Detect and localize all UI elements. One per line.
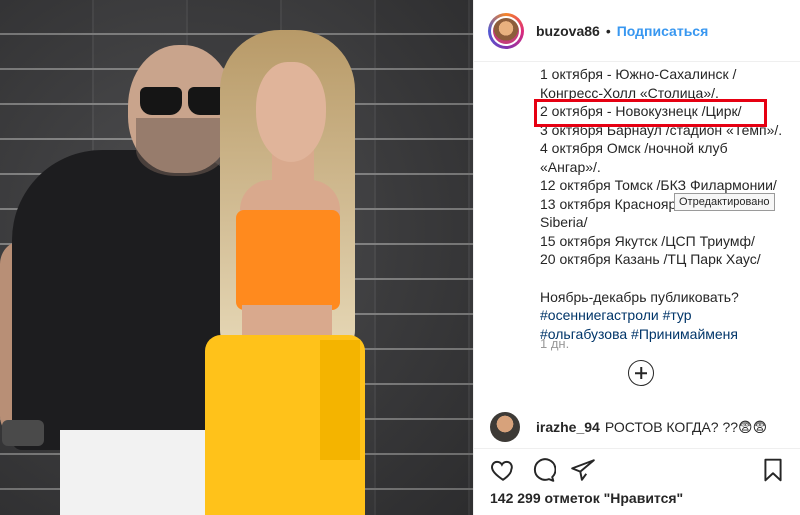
comment-button[interactable] (530, 457, 557, 483)
hashtag-line: #ольгабузова #Принимайменя (540, 325, 795, 344)
caption-line: 15 октября Якутск /ЦСП Триумф/ (540, 232, 755, 249)
follow-button[interactable]: Подписаться (617, 23, 709, 39)
load-more-comments-button[interactable] (628, 360, 654, 386)
hashtag-link[interactable]: #тур (663, 307, 692, 323)
post-details-panel: buzova86 • Подписаться 1 октября - Южно-… (473, 0, 800, 515)
commenter-username[interactable]: irazhe_94 (536, 419, 600, 435)
post-actions-bar (474, 448, 800, 488)
avatar-image (493, 17, 519, 44)
comment-icon (533, 458, 557, 482)
profile-avatar[interactable] (488, 12, 524, 49)
post-header: buzova86 • Подписаться (474, 0, 800, 62)
avatar-ring (491, 15, 521, 46)
commenter-avatar[interactable] (490, 412, 520, 442)
caption-line: Siberia/ (540, 214, 588, 230)
comment-item: irazhe_94 РОСТОВ КОГДА? ??😨😨 (490, 412, 790, 442)
like-button[interactable] (490, 457, 516, 483)
post-photo[interactable] (0, 0, 473, 515)
photo-woman-face (256, 62, 326, 162)
username-link[interactable]: buzova86 (536, 23, 600, 39)
photo-man-beard (136, 118, 226, 176)
edited-tooltip: Отредактировано (674, 193, 775, 211)
photo-orange-top (236, 210, 340, 310)
photo-sunglasses-left (140, 87, 182, 115)
share-icon (571, 459, 595, 481)
hashtag-link[interactable]: #Принимайменя (631, 326, 738, 342)
caption-line: 1 октября - Южно-Сахалинск / (540, 66, 737, 82)
heart-icon (491, 460, 513, 481)
photo-watch (2, 420, 44, 446)
photo-yellow-pants-shade (320, 340, 360, 460)
hashtag-line: #осенниегастроли #тур (540, 306, 795, 325)
caption-line-highlighted: 2 октября - Новокузнецк /Цирк/ (534, 99, 795, 127)
caption-line: 12 октября Томск /БКЗ Филармонии/ (540, 177, 777, 193)
likes-count[interactable]: 142 299 отметок "Нравится" (490, 490, 683, 506)
red-highlight-box: 2 октября - Новокузнецк /Цирк/ (534, 99, 767, 127)
caption-line: 20 октября Казань /ТЦ Парк Хаус/ (540, 251, 761, 267)
caption-line: «Ангар»/. (540, 158, 601, 175)
caption-line: Ноябрь-декабрь публиковать? (540, 288, 739, 305)
caption-line: 4 октября Омск /ночной клуб (540, 140, 728, 156)
comment-text: РОСТОВ КОГДА? ??😨😨 (604, 418, 768, 435)
post-time[interactable]: 1 дн. (540, 336, 569, 351)
header-separator: • (605, 22, 611, 39)
bookmark-icon (764, 458, 782, 482)
save-button[interactable] (760, 457, 786, 483)
share-button[interactable] (570, 457, 596, 483)
hashtag-link[interactable]: #осенниегастроли (540, 307, 659, 323)
